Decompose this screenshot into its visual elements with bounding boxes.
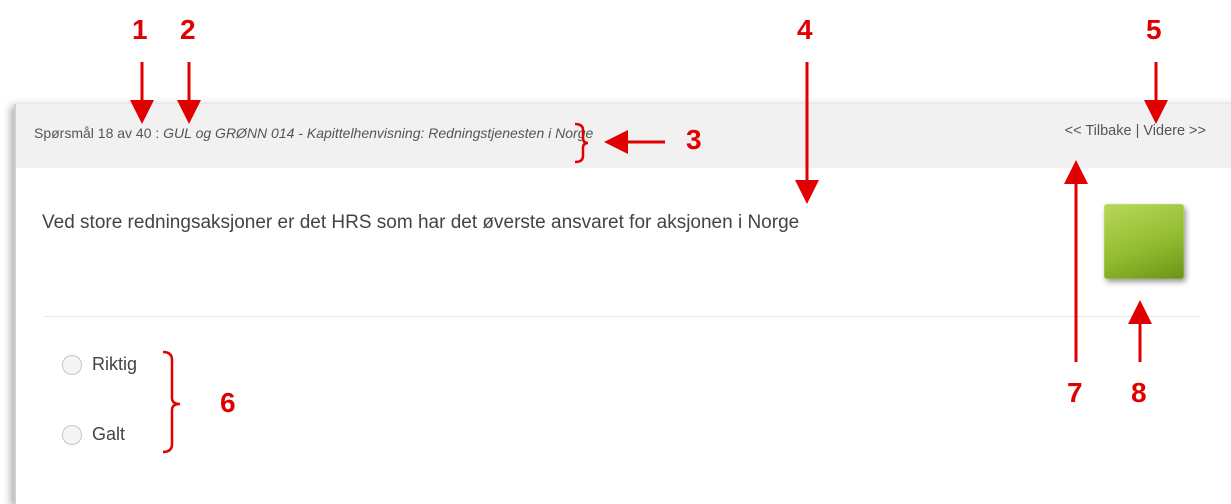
annotation-label-2: 2	[180, 14, 196, 45]
annotation-overlay	[130, 62, 1168, 454]
annotation-label-1: 1	[132, 14, 148, 45]
bracket-6	[162, 350, 181, 454]
annotation-label-4: 4	[797, 14, 813, 45]
annotation-label-7: 7	[1067, 377, 1083, 408]
annotation-label-6: 6	[220, 387, 236, 418]
annotation-label-5: 5	[1146, 14, 1162, 45]
bracket-3	[574, 122, 589, 164]
annotation-label-3: 3	[686, 124, 702, 155]
annotation-label-8: 8	[1131, 377, 1147, 408]
